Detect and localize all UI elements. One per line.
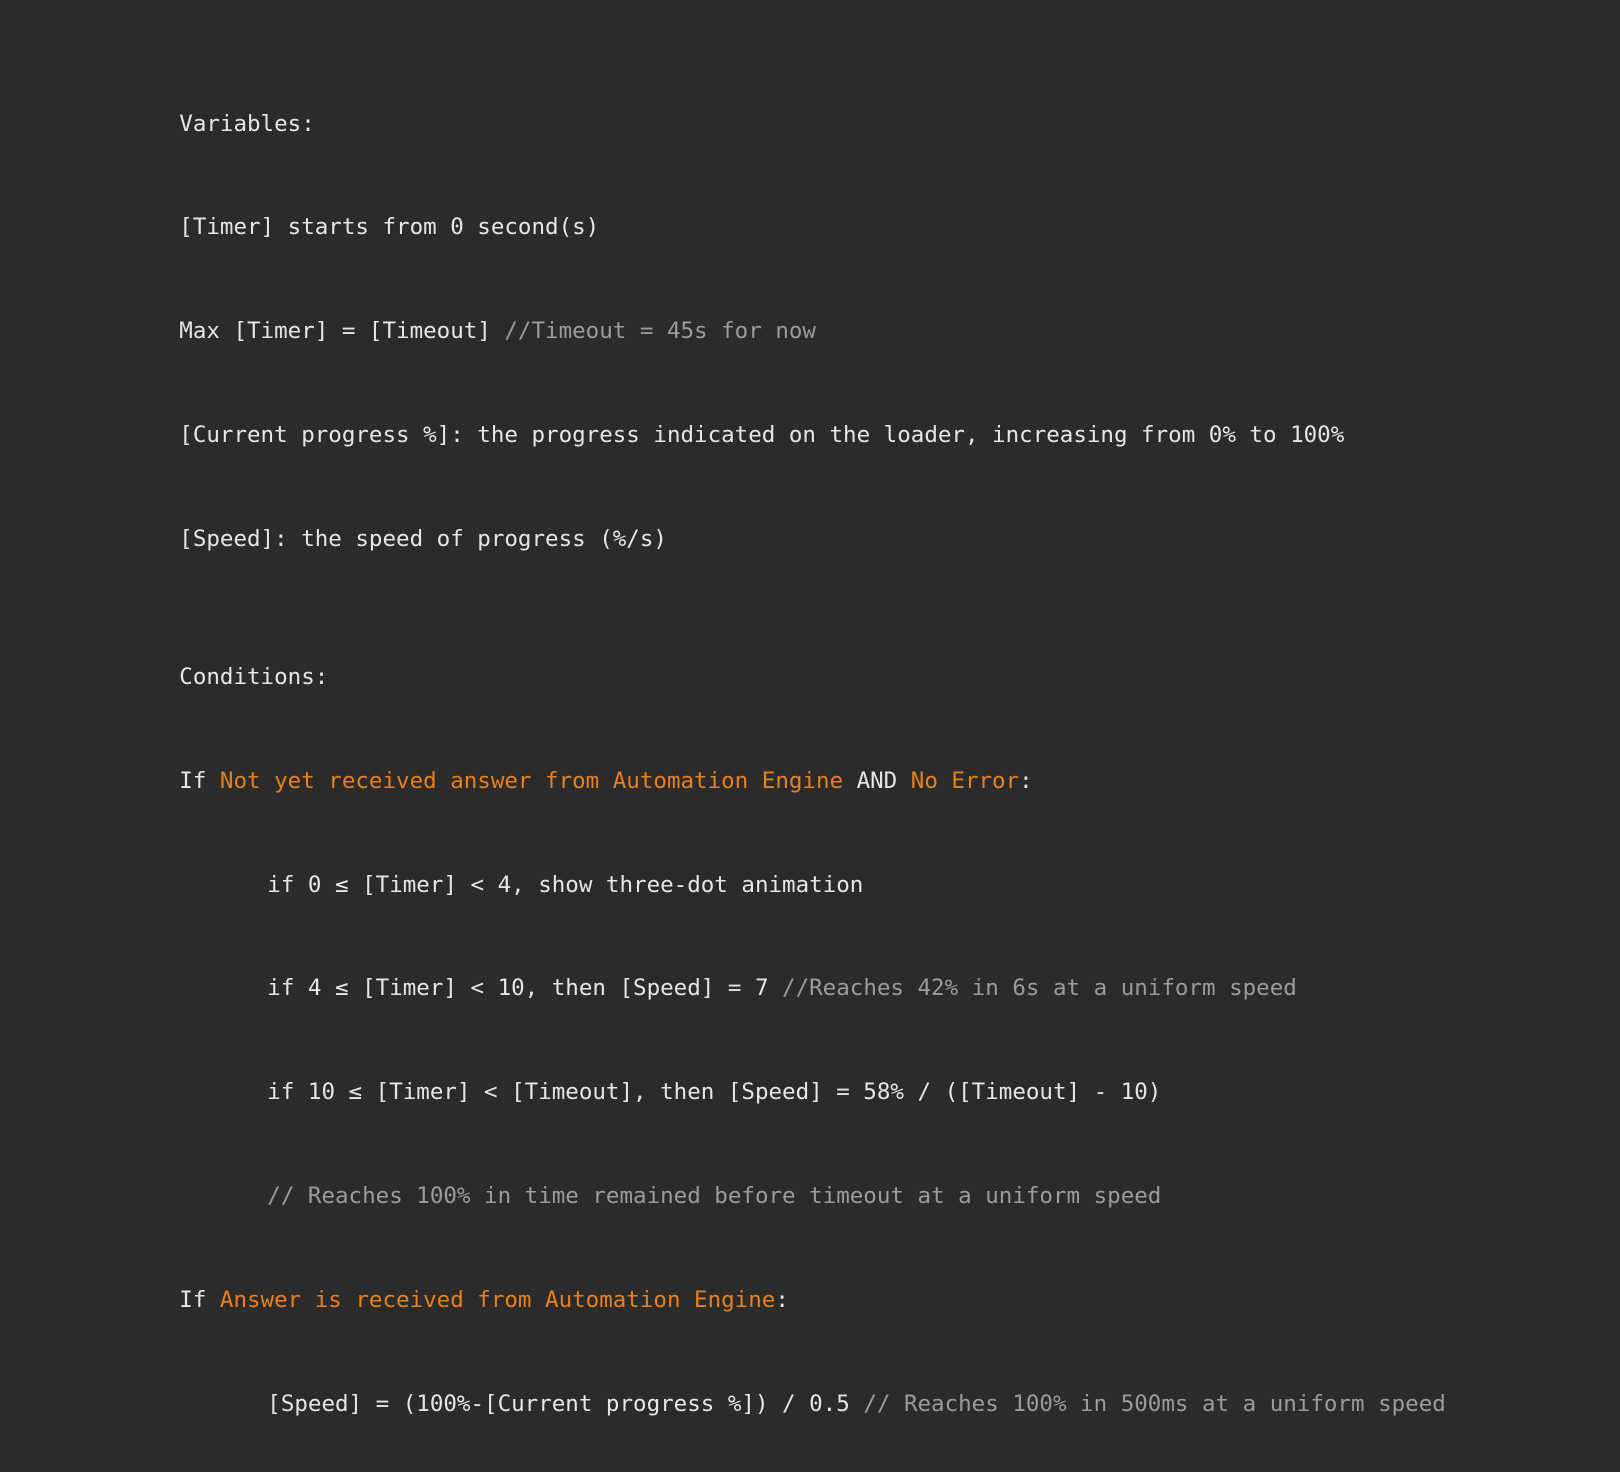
variable-max-timer-expression: Max [Timer] = [Timeout] bbox=[179, 318, 505, 345]
variable-max-timer-line: Max [Timer] = [Timeout] //Timeout = 45s … bbox=[98, 280, 1578, 384]
variable-current-progress-line: [Current progress %]: the progress indic… bbox=[98, 383, 1578, 487]
condition-rule-2-0-text: [Speed] = (100%-[Current progress %]) / … bbox=[267, 1390, 864, 1417]
condition-phrase-2a: Answer is received from Automation Engin… bbox=[219, 1286, 776, 1313]
condition-rule-1-1-text: if 4 ≤ [Timer] < 10, then [Speed] = 7 bbox=[267, 975, 783, 1002]
variables-heading-text: Variables: bbox=[179, 110, 315, 137]
condition-header-3: If Error occurs OR Timeout: bbox=[98, 1456, 1578, 1472]
condition-rule-2-0: [Speed] = (100%-[Current progress %]) / … bbox=[98, 1352, 1578, 1456]
conjunction-1: AND bbox=[843, 767, 911, 794]
conditions-heading: Conditions: bbox=[98, 626, 1578, 730]
colon-1: : bbox=[1019, 767, 1033, 794]
condition-rule-1-3: // Reaches 100% in time remained before … bbox=[98, 1144, 1578, 1248]
spec-text-body: Variables: [Timer] starts from 0 second(… bbox=[98, 72, 1578, 1472]
if-keyword-1: If bbox=[179, 767, 220, 794]
condition-phrase-1a: Not yet received answer from Automation … bbox=[219, 767, 844, 794]
condition-rule-1-1-comment: //Reaches 42% in 6s at a uniform speed bbox=[782, 975, 1297, 1002]
variable-speed-line: [Speed]: the speed of progress (%/s) bbox=[98, 487, 1578, 591]
condition-rule-1-0-text: if 0 ≤ [Timer] < 4, show three-dot anima… bbox=[267, 871, 864, 898]
variable-timer-line: [Timer] starts from 0 second(s) bbox=[98, 176, 1578, 280]
condition-rule-1-2-text: if 10 ≤ [Timer] < [Timeout], then [Speed… bbox=[267, 1079, 1162, 1106]
variable-timer-text: [Timer] starts from 0 second(s) bbox=[179, 214, 600, 241]
condition-rule-1-0: if 0 ≤ [Timer] < 4, show three-dot anima… bbox=[98, 833, 1578, 937]
condition-header-2: If Answer is received from Automation En… bbox=[98, 1248, 1578, 1352]
condition-rule-1-1: if 4 ≤ [Timer] < 10, then [Speed] = 7 //… bbox=[98, 937, 1578, 1041]
if-keyword-2: If bbox=[179, 1286, 220, 1313]
condition-rule-2-0-comment: // Reaches 100% in 500ms at a uniform sp… bbox=[863, 1390, 1446, 1417]
variable-current-progress-text: [Current progress %]: the progress indic… bbox=[179, 421, 1345, 448]
variable-speed-text: [Speed]: the speed of progress (%/s) bbox=[179, 525, 667, 552]
colon-2: : bbox=[775, 1286, 789, 1313]
condition-header-1: If Not yet received answer from Automati… bbox=[98, 729, 1578, 833]
condition-rule-1-3-comment: // Reaches 100% in time remained before … bbox=[267, 1183, 1162, 1209]
spec-document-root: Variables: [Timer] starts from 0 second(… bbox=[0, 0, 1620, 1417]
variables-heading: Variables: bbox=[98, 72, 1578, 176]
conditions-heading-text: Conditions: bbox=[179, 664, 329, 691]
condition-rule-1-2: if 10 ≤ [Timer] < [Timeout], then [Speed… bbox=[98, 1041, 1578, 1145]
variable-max-timer-comment: //Timeout = 45s for now bbox=[504, 318, 816, 345]
condition-phrase-1b: No Error bbox=[910, 767, 1020, 794]
